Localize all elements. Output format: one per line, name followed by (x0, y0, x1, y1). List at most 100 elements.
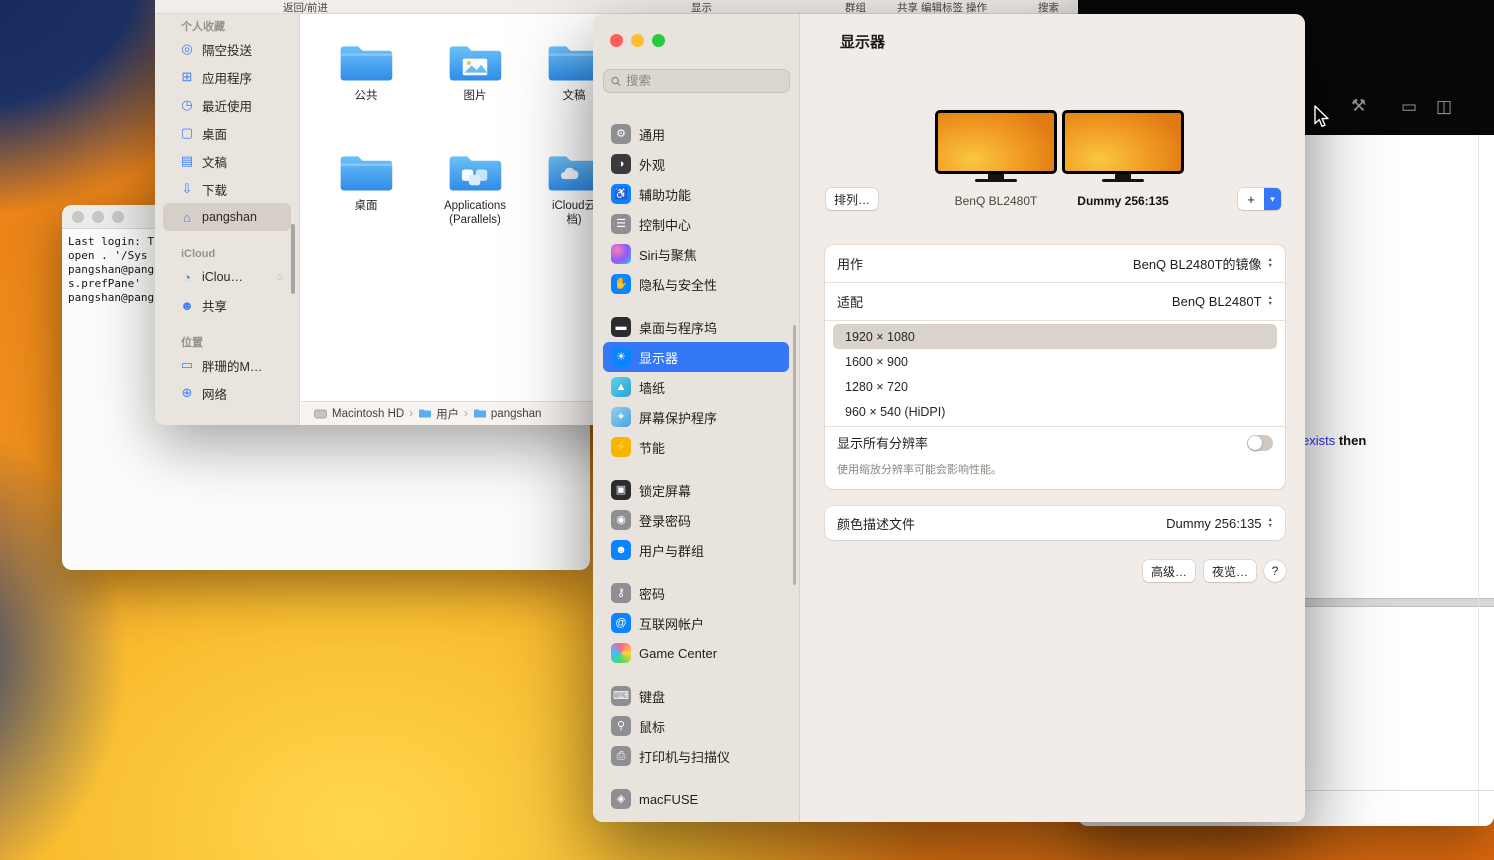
resolution-option[interactable]: 960 × 540 (HiDPI) (833, 399, 1277, 424)
night-shift-button[interactable]: 夜览… (1204, 560, 1256, 582)
sidebar-item-users-groups[interactable]: ☻ 用户与群组 (603, 535, 789, 565)
finder-toolbar[interactable]: 返回/前进 显示 群组 共享 编辑标签 操作 搜索 (155, 0, 1080, 14)
search-input[interactable] (626, 74, 782, 88)
minimize-button[interactable] (631, 34, 644, 47)
sidebar-item-internet-accounts[interactable]: @ 互联网帐户 (603, 608, 789, 638)
scrollbar[interactable] (291, 224, 295, 294)
sidebar-item-label: 胖珊的M… (202, 359, 263, 374)
display-thumbnail-benq[interactable]: BenQ BL2480T (935, 110, 1057, 208)
stepper-control[interactable]: ▲ ▼ (1268, 257, 1273, 269)
toolbar-button-label[interactable]: 共享 (897, 0, 918, 15)
sidebar-item-label: 用户与群组 (639, 543, 705, 559)
sidebar-item-privacy[interactable]: ✋ 隐私与安全性 (603, 269, 789, 299)
sidebar-item-lock-screen[interactable]: ▣ 锁定屏幕 (603, 475, 789, 505)
zoom-button[interactable] (652, 34, 665, 47)
path-item[interactable]: Macintosh HD (332, 408, 404, 420)
resolution-option[interactable]: 1600 × 900 (833, 349, 1277, 374)
sidebar-item-screensaver[interactable]: ✦ 屏幕保护程序 (603, 402, 789, 432)
sidebar-section-header: 位置 (181, 337, 203, 349)
sidebar-item-siri[interactable]: Siri与聚焦 (603, 239, 789, 269)
displays-icon: ☀ (611, 347, 631, 367)
minimize-button[interactable] (92, 210, 104, 223)
airdrop-icon: ◎ (181, 41, 193, 56)
mouse-icon: ⚲ (611, 716, 631, 736)
toolbar-button-label[interactable]: 搜索 (1038, 0, 1059, 15)
sidebar-item-accessibility[interactable]: ♿ 辅助功能 (603, 179, 789, 209)
toolbar-button-label[interactable]: 显示 (691, 0, 712, 15)
folder-label: iCloud云 档) (551, 200, 597, 226)
sidebar-item-general[interactable]: ⚙ 通用 (603, 119, 789, 149)
sidebar-item-icloud-drive[interactable]: ◔ iClou… ◌ (163, 263, 291, 291)
display-thumbnail-dummy[interactable]: Dummy 256:135 (1062, 110, 1184, 208)
search-field[interactable] (603, 69, 790, 93)
sidebar-item-airdrop[interactable]: ◎ 隔空投送 (163, 35, 291, 63)
build-hammer-icon[interactable]: ⚒ (1351, 96, 1366, 116)
sidebar-item-documents[interactable]: ▤ 文稿 (163, 147, 291, 175)
sidebar-item-printers[interactable]: ⎙ 打印机与扫描仪 (603, 741, 789, 771)
sidebar-item-home[interactable]: ⌂ pangshan (163, 203, 291, 231)
sidebar-item-label: 控制中心 (639, 217, 692, 233)
toolbar-button-label[interactable]: 返回/前进 (283, 0, 328, 15)
arrange-button[interactable]: 排列… (826, 188, 878, 210)
sidebar-item-downloads[interactable]: ⇩ 下载 (163, 175, 291, 203)
sidebar-item-game-center[interactable]: Game Center (603, 638, 789, 668)
sidebar-item-shared[interactable]: ☻ 共享 (163, 291, 291, 319)
folder-applications-parallels[interactable]: Applications (Parallels) (420, 151, 530, 227)
my-mac-icon: ▭ (180, 357, 194, 372)
mouse-cursor (1310, 104, 1332, 133)
sidebar-item-label: 屏幕保护程序 (639, 410, 718, 426)
layout-columns-icon[interactable]: ◫ (1436, 97, 1452, 117)
sidebar-item-applications[interactable]: ⊞ 应用程序 (163, 63, 291, 91)
sidebar-item-passwords[interactable]: ⚷ 密码 (603, 578, 789, 608)
close-button[interactable] (610, 34, 623, 47)
show-all-resolutions-toggle[interactable] (1247, 434, 1273, 451)
sidebar-item-label: 辅助功能 (639, 187, 692, 203)
stepper-up-icon: ▲ (1267, 516, 1273, 523)
display-screen (1062, 110, 1184, 174)
folder-public[interactable]: 公共 (311, 41, 421, 103)
resolution-option[interactable]: 1280 × 720 (833, 374, 1277, 399)
sidebar-item-mouse[interactable]: ⚲ 鼠标 (603, 711, 789, 741)
sidebar-item-recents[interactable]: ◷ 最近使用 (163, 91, 291, 119)
sidebar-item-my-mac[interactable]: ▭ 胖珊的M… (163, 351, 291, 379)
path-item[interactable]: 用户 (436, 406, 459, 422)
sidebar-item-label: 键盘 (639, 689, 666, 705)
display-screen (935, 110, 1057, 174)
toolbar-button-label[interactable]: 操作 (966, 0, 987, 15)
sidebar-item-displays[interactable]: ☀ 显示器 (603, 342, 789, 372)
sidebar-item-wallpaper[interactable]: ▲ 墙纸 (603, 372, 789, 402)
add-display-button[interactable]: + (1238, 188, 1264, 210)
folder-applications-icon (449, 156, 502, 191)
game-center-icon (611, 643, 631, 663)
traffic-lights (610, 34, 665, 47)
stepper-control[interactable]: ▲ ▼ (1267, 516, 1273, 529)
sidebar-item-keyboard[interactable]: ⌨ 键盘 (603, 681, 789, 711)
sidebar-item-control-center[interactable]: ☰ 控制中心 (603, 209, 789, 239)
toolbar-button-label[interactable]: 编辑标签 (921, 0, 963, 15)
toolbar-button-label[interactable]: 群组 (845, 0, 866, 15)
stepper-control[interactable]: ▲ ▼ (1268, 295, 1273, 307)
folder-pictures[interactable]: 图片 (420, 41, 530, 103)
chevron-down-icon[interactable]: ▾ (1264, 188, 1281, 210)
advanced-button[interactable]: 高级… (1143, 560, 1195, 582)
folder-desktop[interactable]: 桌面 (311, 151, 421, 213)
path-item[interactable]: pangshan (491, 408, 542, 420)
show-all-resolutions-label: 显示所有分辨率 (837, 436, 929, 451)
sidebar-item-login-password[interactable]: ◉ 登录密码 (603, 505, 789, 535)
finder-sidebar: 个人收藏 ◎ 隔空投送 ⊞ 应用程序 ◷ 最近使用 ▢ 桌面 ▤ 文稿 ⇩ 下载 ⌂ pangshan iCl… (155, 14, 300, 425)
resolution-list: 1920 × 1080 1600 × 900 1280 × 720 960 × 540… (825, 321, 1285, 426)
zoom-button[interactable] (112, 210, 124, 223)
sidebar-item-desktop[interactable]: ▢ 桌面 (163, 119, 291, 147)
sidebar-item-network[interactable]: ⊕ 网络 (163, 379, 291, 407)
sidebar-item-energy[interactable]: ⚡ 节能 (603, 432, 789, 462)
sidebar-item-desktop-dock[interactable]: ▬ 桌面与程序坞 (603, 312, 789, 342)
folder-label: 桌面 (354, 200, 378, 212)
preview-icon[interactable]: ▭ (1401, 97, 1417, 117)
help-button[interactable]: ? (1264, 560, 1286, 582)
sidebar-item-appearance[interactable]: ◑ 外观 (603, 149, 789, 179)
close-button[interactable] (72, 210, 84, 223)
sidebar-item-macfuse[interactable]: ◈ macFUSE (603, 784, 789, 814)
resolution-option[interactable]: 1920 × 1080 (833, 324, 1277, 349)
scrollbar[interactable] (1478, 135, 1479, 826)
scrollbar[interactable] (793, 325, 796, 585)
